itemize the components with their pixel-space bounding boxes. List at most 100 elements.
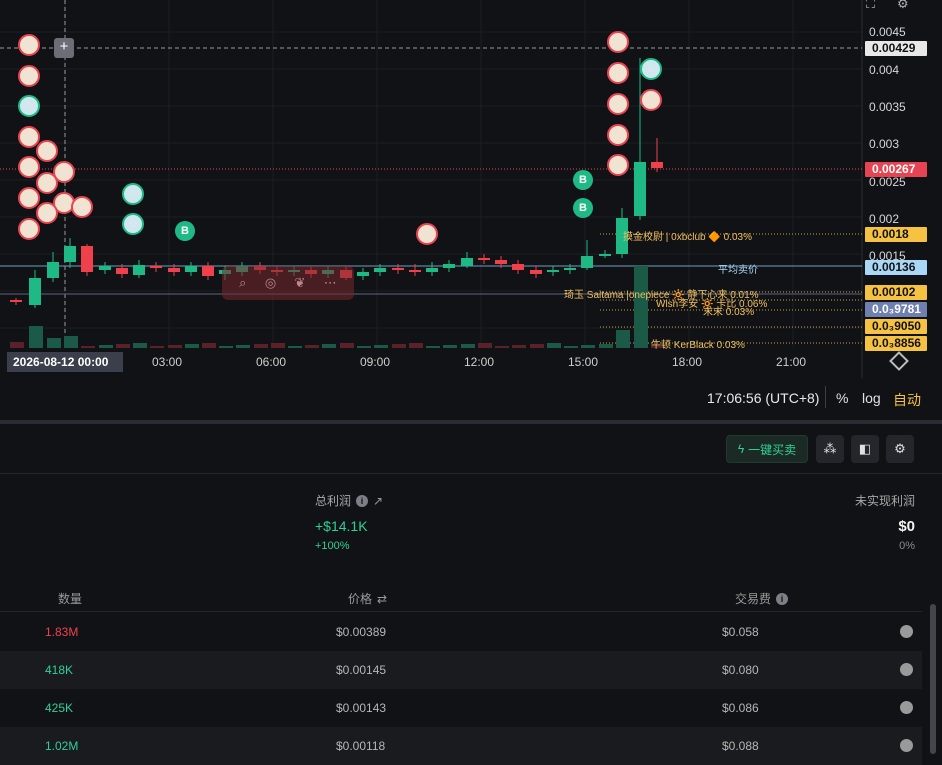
trader-avatar-icon[interactable]: ☺ [122, 183, 144, 205]
explorer-link-icon[interactable] [900, 701, 913, 714]
candle-body [99, 266, 111, 270]
fee-column-header: 交易费 i [735, 590, 789, 607]
volume-bar [357, 346, 371, 348]
volume-bar [10, 342, 24, 348]
scrollbar-thumb[interactable] [930, 604, 936, 754]
candle-body [150, 266, 162, 268]
buy-marker-badge[interactable]: B [573, 198, 593, 218]
trader-avatar-icon[interactable]: ☺ [36, 140, 58, 162]
volume-bar [478, 343, 492, 348]
percent-mode-button[interactable]: % [836, 390, 848, 406]
table-row[interactable]: 425K $0.00143 $0.086 [0, 689, 922, 727]
crosshair-add-icon[interactable]: + [54, 38, 74, 58]
current-price-tag: 0.00267 [865, 162, 927, 177]
share-icon[interactable]: ↗ [373, 494, 383, 508]
candle-body [634, 162, 646, 216]
price-header-text: 价格 [348, 592, 373, 606]
candle-body [10, 300, 22, 302]
quick-buy-button[interactable]: ϟ 一键买卖 [726, 435, 808, 463]
candle-body [409, 270, 421, 272]
candle-body [495, 260, 507, 264]
explorer-link-icon[interactable] [900, 663, 913, 676]
chart-clock[interactable]: 17:06:56 (UTC+8) [707, 390, 819, 406]
trader-avatar-icon[interactable]: ☺ [607, 62, 629, 84]
trader-avatar-icon[interactable]: ☺ [18, 95, 40, 117]
trader-avatar-icon[interactable]: ☺ [18, 156, 40, 178]
trader-avatar-icon[interactable]: ☺ [607, 93, 629, 115]
settings-button[interactable]: ⚙ [886, 435, 914, 463]
volume-bar [254, 344, 268, 348]
price-chart[interactable]: ⛶ ⚙ + 0.0045 0.004 0.0035 0.003 0.0025 0… [0, 0, 942, 420]
settings-icon[interactable]: ⚙ [897, 0, 909, 12]
unrealized-profit-percent: 0% [899, 540, 915, 552]
trader-avatar-icon[interactable]: ☺ [640, 89, 662, 111]
candle-body [133, 265, 145, 275]
layout-toggle-button[interactable]: ◧ [851, 435, 879, 463]
price-axis-label: 0.002 [869, 212, 900, 226]
trader-avatar-icon[interactable]: ☺ [71, 196, 93, 218]
indicator-icon[interactable]: ◎ [265, 275, 276, 291]
info-icon[interactable]: i [776, 592, 789, 605]
volume-bar [236, 345, 250, 348]
trader-avatar-icon[interactable]: ☺ [122, 213, 144, 235]
price-axis-label: 0.004 [869, 63, 900, 77]
price-axis-label: 0.0025 [869, 175, 906, 189]
qty-cell: 1.02M [45, 739, 79, 753]
trader-avatar-icon[interactable]: ☺ [607, 31, 629, 53]
time-axis-tick: 15:00 [568, 355, 599, 369]
candle-body [599, 254, 611, 256]
trader-avatar-icon[interactable]: ☺ [416, 223, 438, 245]
explorer-link-icon[interactable] [900, 625, 913, 638]
chart-floating-toolbar[interactable]: ⌕ ◎ ❦ ⋯ [222, 266, 354, 300]
time-axis-tick: 12:00 [464, 355, 495, 369]
volume-bar [81, 346, 95, 348]
time-axis-current: 2026-08-12 00:00 [7, 352, 123, 372]
price-column-header[interactable]: 价格 ⇄ [348, 590, 387, 607]
table-row[interactable]: 1.83M $0.00389 $0.058 [0, 613, 922, 651]
volume-bar [322, 344, 336, 348]
auto-mode-button[interactable]: 自动 [893, 390, 921, 410]
swap-icon[interactable]: ⇄ [377, 592, 387, 606]
candle-body [443, 264, 455, 268]
trader-avatar-icon[interactable]: ☺ [18, 65, 40, 87]
volume-bar [512, 345, 526, 348]
trader-avatar-icon[interactable]: ☺ [18, 187, 40, 209]
bubbles-icon: ⁂ [823, 441, 837, 456]
divider [825, 386, 826, 408]
search-icon[interactable]: ⌕ [239, 275, 246, 291]
trader-avatar-icon[interactable]: ☺ [18, 218, 40, 240]
more-icon[interactable]: ⋯ [324, 275, 337, 291]
trader-avatar-icon[interactable]: ☺ [640, 58, 662, 80]
fullscreen-icon[interactable]: ⛶ [866, 0, 875, 12]
trader-avatar-icon[interactable]: ☺ [36, 202, 58, 224]
log-mode-button[interactable]: log [862, 390, 881, 406]
trader-avatar-icon[interactable]: ☺ [607, 154, 629, 176]
unrealized-profit-value: $0 [898, 518, 915, 535]
explorer-link-icon[interactable] [900, 739, 913, 752]
table-row[interactable]: 418K $0.00145 $0.080 [0, 651, 922, 689]
table-row[interactable]: 1.02M $0.00118 $0.088 [0, 727, 922, 765]
volume-bar [564, 346, 578, 348]
time-axis-tick: 18:00 [672, 355, 703, 369]
volume-bar [581, 345, 595, 348]
trader-avatar-icon[interactable]: ☺ [18, 34, 40, 56]
settings-icon: ⚙ [894, 441, 906, 456]
volume-bar [271, 343, 285, 348]
info-icon[interactable]: i [356, 494, 369, 507]
candle-body [651, 162, 663, 168]
trader-avatar-icon[interactable]: ☺ [36, 172, 58, 194]
bubble-icon-button[interactable]: ⁂ [816, 435, 844, 463]
price-cell: $0.00118 [336, 739, 386, 753]
trades-panel: ϟ 一键买卖 ⁂ ◧ ⚙ 总利润 i ↗ +$14.1K +100% 未实现利润… [0, 424, 942, 765]
candle-body [29, 278, 41, 305]
buy-marker-badge[interactable]: B [573, 170, 593, 190]
price-axis-label: 0.003 [869, 137, 900, 151]
volume-bar [495, 346, 509, 348]
avg-sell-line-label: 平均卖价 [718, 265, 758, 276]
trader-avatar-icon[interactable]: ☺ [607, 124, 629, 146]
fee-cell: $0.086 [722, 701, 759, 715]
leaf-icon[interactable]: ❦ [295, 275, 306, 291]
volume-bar [634, 266, 648, 348]
buy-marker-badge[interactable]: B [175, 221, 195, 241]
qty-cell: 425K [45, 701, 74, 715]
